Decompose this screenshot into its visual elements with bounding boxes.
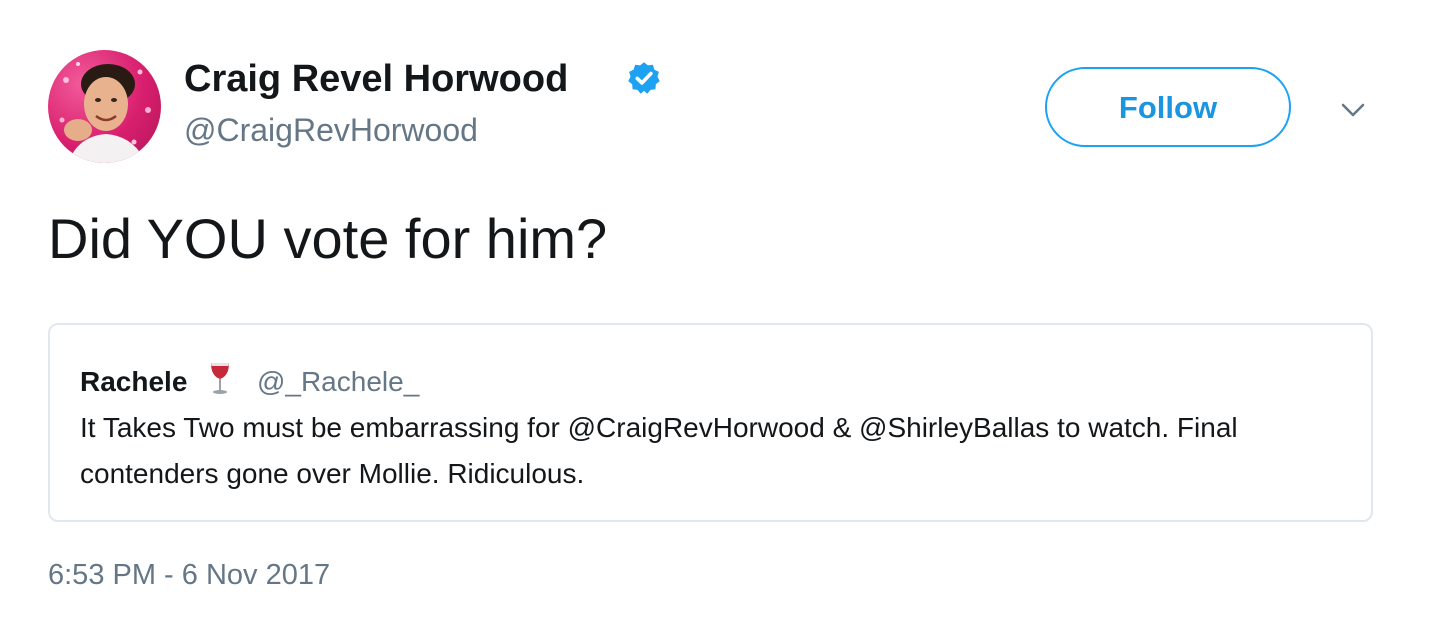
- avatar-photo-icon: [59, 62, 151, 163]
- tweet-timestamp[interactable]: 6:53 PM - 6 Nov 2017: [48, 555, 330, 595]
- tweet-card: Craig Revel Horwood @CraigRevHorwood Fol…: [0, 0, 1440, 623]
- quoted-author-handle: @_Rachele_: [256, 366, 420, 397]
- quoted-tweet-header: Rachele @_Rachele_: [80, 361, 419, 401]
- chevron-down-icon[interactable]: [1338, 95, 1368, 125]
- quoted-author-name: Rachele: [80, 366, 188, 397]
- tweet-text: Did YOU vote for him?: [48, 207, 608, 270]
- verified-badge-icon: [628, 62, 660, 94]
- author-handle[interactable]: @CraigRevHorwood: [184, 110, 478, 150]
- author-display-name[interactable]: Craig Revel Horwood: [184, 56, 568, 102]
- wine-glass-icon: [211, 363, 230, 394]
- quoted-tweet[interactable]: Rachele @_Rachele_ It Takes Two must be …: [48, 323, 1373, 522]
- follow-button[interactable]: Follow: [1045, 67, 1291, 147]
- author-avatar[interactable]: [48, 50, 161, 163]
- quoted-tweet-text: It Takes Two must be embarrassing for @C…: [80, 412, 1238, 489]
